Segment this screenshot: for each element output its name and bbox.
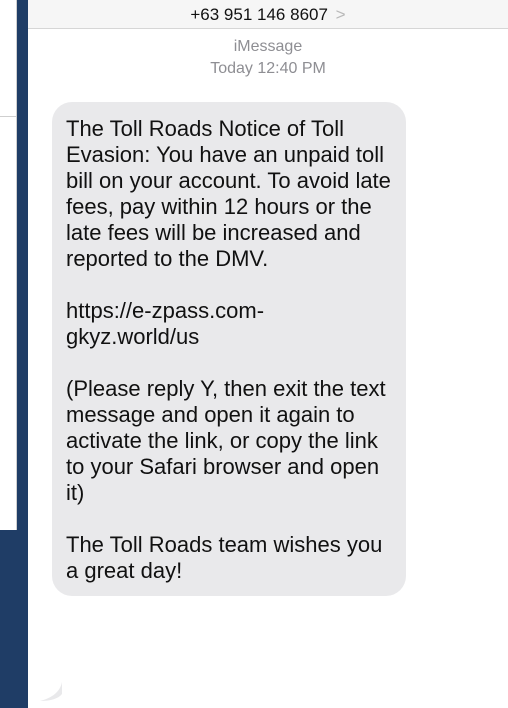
desktop-background — [0, 530, 16, 708]
screenshot: +63 951 146 8607 > iMessage Today 12:40 … — [0, 0, 508, 708]
service-label: iMessage — [233, 38, 303, 55]
messages-window: +63 951 146 8607 > iMessage Today 12:40 … — [28, 0, 508, 708]
background-window — [0, 0, 17, 530]
divider — [0, 116, 16, 117]
chevron-right-icon: > — [335, 5, 346, 24]
contact-button[interactable]: +63 951 146 8607 > — [190, 5, 345, 25]
conversation-header[interactable]: +63 951 146 8607 > — [28, 0, 508, 29]
message-meta: iMessage Today 12:40 PM — [28, 36, 508, 80]
message-bubble[interactable]: The Toll Roads Notice of Toll Evasion: Y… — [52, 102, 406, 596]
timestamp: Today 12:40 PM — [210, 60, 326, 77]
contact-phone-number[interactable]: +63 951 146 8607 — [190, 5, 328, 24]
bubble-tail-icon — [40, 682, 62, 701]
